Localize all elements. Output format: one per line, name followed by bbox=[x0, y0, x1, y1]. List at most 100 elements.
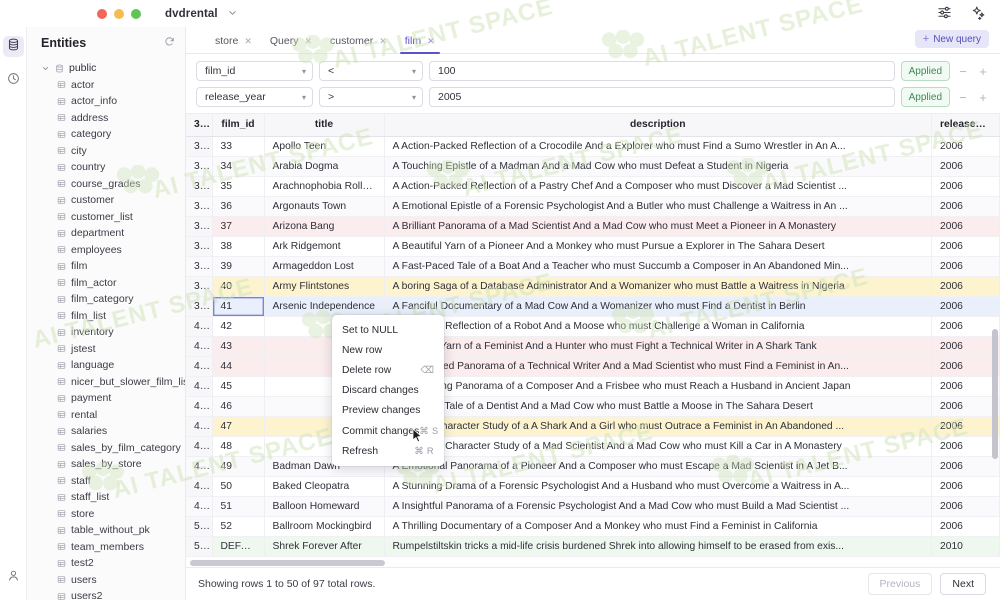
rail-item-database[interactable] bbox=[2, 36, 24, 57]
cell-description[interactable]: A Stunning Drama of a Forensic Psycholog… bbox=[384, 476, 932, 497]
cell-release_year[interactable]: 2006 bbox=[931, 496, 1000, 517]
cell-film_id[interactable]: DEFAULT bbox=[212, 536, 265, 556]
cell-description[interactable]: A Touching Epistle of a Madman And a Mad… bbox=[384, 156, 932, 177]
maximize-window-button[interactable] bbox=[131, 8, 141, 19]
tree-item-salaries[interactable]: salaries bbox=[41, 423, 185, 440]
cell-release_year[interactable]: 2006 bbox=[931, 156, 1000, 177]
cell-film_id[interactable]: 52 bbox=[212, 516, 265, 537]
tree-node-public[interactable]: public bbox=[41, 60, 185, 77]
filter-operator-select-0[interactable]: < ▾ bbox=[319, 61, 423, 81]
tree-item-nicer_but_slower_film_list[interactable]: nicer_but_slower_film_list bbox=[41, 374, 185, 391]
table-row[interactable]: 38 40 Army Flintstones A boring Saga of a D… bbox=[186, 276, 1000, 297]
tree-item-language[interactable]: language bbox=[41, 357, 185, 374]
tree-item-category[interactable]: category bbox=[41, 126, 185, 143]
cell-release_year[interactable]: 2006 bbox=[931, 196, 1000, 217]
tree-item-country[interactable]: country bbox=[41, 159, 185, 176]
tree-item-jstest[interactable]: jstest bbox=[41, 341, 185, 358]
cell-title[interactable]: Apollo Teen bbox=[264, 136, 385, 157]
table-row[interactable]: 34 36 Argonauts Town A Emotional Epistle of… bbox=[186, 196, 1000, 217]
table-row[interactable]: 43 45 A Astounding Panorama of a Composer … bbox=[186, 376, 1000, 397]
previous-page-button[interactable]: Previous bbox=[867, 573, 933, 595]
cell-film_id[interactable]: 45 bbox=[212, 376, 265, 397]
cell-release_year[interactable]: 2006 bbox=[931, 516, 1000, 537]
cell-description[interactable]: A Stunning Reflection of a Robot And a M… bbox=[384, 316, 932, 337]
cell-film_id[interactable]: 36 bbox=[212, 196, 265, 217]
tree-item-actor[interactable]: actor bbox=[41, 77, 185, 94]
table-row[interactable]: 36 38 Ark Ridgemont A Beautiful Yarn of a P… bbox=[186, 236, 1000, 257]
cell-film_id[interactable]: 51 bbox=[212, 496, 265, 517]
close-icon[interactable]: ✕ bbox=[304, 36, 312, 46]
row-context-menu[interactable]: Set to NULL New row Delete row ⌫ Discard cha… bbox=[332, 315, 444, 467]
ai-sparkle-icon[interactable] bbox=[971, 5, 986, 20]
cell-film_id[interactable]: 47 bbox=[212, 416, 265, 437]
cell-film_id[interactable]: 42 bbox=[212, 316, 265, 337]
tree-item-employees[interactable]: employees bbox=[41, 242, 185, 259]
tree-item-sales_by_store[interactable]: sales_by_store bbox=[41, 456, 185, 473]
cell-release_year[interactable]: 2006 bbox=[931, 256, 1000, 277]
column-header-film_id[interactable]: film_id bbox=[212, 114, 265, 137]
tree-item-actor_info[interactable]: actor_info bbox=[41, 93, 185, 110]
cell-film_id[interactable]: 46 bbox=[212, 396, 265, 417]
cell-description[interactable]: A Fast-Paced Panorama of a Technical Wri… bbox=[384, 356, 932, 377]
filter-value-input-1[interactable]: 2005 bbox=[429, 87, 895, 107]
cell-film_id[interactable]: 49 bbox=[212, 456, 265, 477]
cell-release_year[interactable]: 2006 bbox=[931, 316, 1000, 337]
cell-title[interactable]: Armageddon Lost bbox=[264, 256, 385, 277]
cell-description[interactable]: A Fanciful Documentary of a Mad Cow And … bbox=[384, 296, 932, 317]
context-menu-item-set-to-null[interactable]: Set to NULL bbox=[332, 320, 444, 340]
cell-title[interactable]: Balloon Homeward bbox=[264, 496, 385, 517]
settings-sliders-icon[interactable] bbox=[937, 5, 952, 20]
table-row[interactable]: 41 43 A Thrilling Yarn of a Feminist And a… bbox=[186, 336, 1000, 357]
cell-description[interactable]: A Emotional Panorama of a Pioneer And a … bbox=[384, 456, 932, 477]
cell-description[interactable]: A Astounding Panorama of a Composer And … bbox=[384, 376, 932, 397]
cell-release_year[interactable]: 2006 bbox=[931, 376, 1000, 397]
tree-item-payment[interactable]: payment bbox=[41, 390, 185, 407]
tree-item-rental[interactable]: rental bbox=[41, 407, 185, 424]
context-menu-item-preview-changes[interactable]: Preview changes bbox=[332, 401, 444, 421]
table-row[interactable]: 46 48 A Stunning Character Study of a Mad … bbox=[186, 436, 1000, 457]
rail-item-history[interactable] bbox=[3, 70, 24, 91]
remove-filter-button-1[interactable]: − bbox=[956, 91, 970, 104]
cell-description[interactable]: A Stunning Character Study of a Mad Scie… bbox=[384, 436, 932, 457]
cell-film_id[interactable]: 43 bbox=[212, 336, 265, 357]
filter-applied-badge-1[interactable]: Applied bbox=[900, 87, 950, 107]
context-menu-item-refresh[interactable]: Refresh ⌘ R bbox=[332, 441, 444, 461]
tree-item-customer_list[interactable]: customer_list bbox=[41, 209, 185, 226]
table-row[interactable]: 48 50 Baked Cleopatra A Stunning Drama of a… bbox=[186, 476, 1000, 497]
cell-description[interactable]: A Brilliant Panorama of a Mad Scientist … bbox=[384, 216, 932, 237]
cell-description[interactable]: A Boring Character Study of a A Shark An… bbox=[384, 416, 932, 437]
table-row[interactable]: 35 37 Arizona Bang A Brilliant Panorama of … bbox=[186, 216, 1000, 237]
cell-release_year[interactable]: 2006 bbox=[931, 356, 1000, 377]
filter-operator-select-1[interactable]: > ▾ bbox=[319, 87, 423, 107]
database-name-label[interactable]: dvdrental bbox=[165, 8, 237, 20]
tree-item-staff_list[interactable]: staff_list bbox=[41, 489, 185, 506]
table-row[interactable]: 47 49 Badman Dawn A Emotional Panorama of a… bbox=[186, 456, 1000, 477]
tree-item-film_category[interactable]: film_category bbox=[41, 291, 185, 308]
close-window-button[interactable] bbox=[97, 8, 107, 19]
context-menu-item-delete-row[interactable]: Delete row ⌫ bbox=[332, 360, 444, 380]
cell-film_id[interactable]: 40 bbox=[212, 276, 265, 297]
column-header-title[interactable]: title bbox=[264, 114, 385, 137]
cell-film_id[interactable]: 34 bbox=[212, 156, 265, 177]
tree-item-course_grades[interactable]: course_grades bbox=[41, 176, 185, 193]
close-icon[interactable]: ✕ bbox=[427, 36, 435, 46]
cell-title[interactable]: Argonauts Town bbox=[264, 196, 385, 217]
add-filter-button-1[interactable]: + bbox=[976, 91, 990, 104]
cell-title[interactable]: Arsenic Independence bbox=[264, 296, 385, 317]
cell-release_year[interactable]: 2006 bbox=[931, 396, 1000, 417]
tree-item-address[interactable]: address bbox=[41, 110, 185, 127]
cell-release_year[interactable]: 2006 bbox=[931, 456, 1000, 477]
rail-item-account[interactable] bbox=[7, 569, 20, 587]
context-menu-item-new-row[interactable]: New row bbox=[332, 340, 444, 360]
cell-title[interactable]: Army Flintstones bbox=[264, 276, 385, 297]
cell-description[interactable]: A Thrilling Documentary of a Composer An… bbox=[384, 516, 932, 537]
tree-item-staff[interactable]: staff bbox=[41, 473, 185, 490]
cell-film_id[interactable]: 35 bbox=[212, 176, 265, 197]
tab-customer[interactable]: customer ✕ bbox=[321, 35, 396, 53]
vertical-scrollbar-thumb[interactable] bbox=[992, 329, 998, 459]
tab-film[interactable]: film ✕ bbox=[396, 35, 444, 54]
table-row[interactable]: 32 34 Arabia Dogma A Touching Epistle of a … bbox=[186, 156, 1000, 177]
cell-release_year[interactable]: 2006 bbox=[931, 416, 1000, 437]
cell-film_id[interactable]: 44 bbox=[212, 356, 265, 377]
cell-release_year[interactable]: 2006 bbox=[931, 276, 1000, 297]
